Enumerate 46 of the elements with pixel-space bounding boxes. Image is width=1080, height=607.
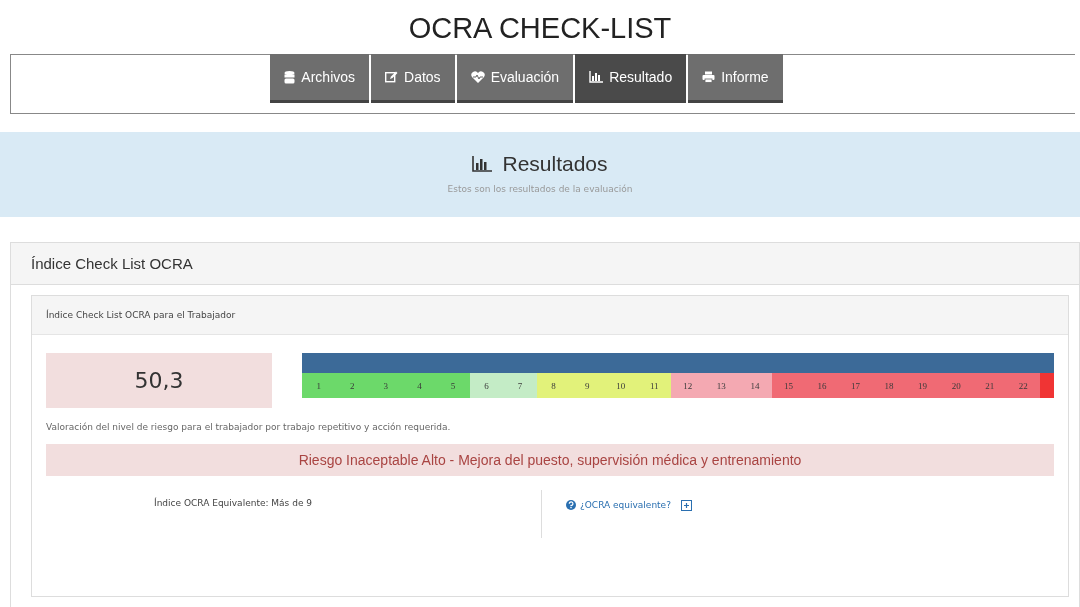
scale-segment: 7	[503, 373, 537, 398]
banner-subtitle: Estos son los resultados de la evaluación	[447, 184, 633, 194]
help-icon	[566, 500, 576, 510]
scale-segment: 4	[402, 373, 437, 398]
scale-segment: 18	[872, 373, 906, 398]
panel-title: Índice Check List OCRA	[11, 243, 1079, 285]
bar-chart-icon	[589, 71, 604, 83]
equivalent-index: Índice OCRA Equivalente: Más de 9	[46, 490, 542, 538]
subpanel-title: Índice Check List OCRA para el Trabajador	[32, 296, 1068, 335]
scale-segment: 15	[771, 373, 806, 398]
printer-icon	[702, 71, 716, 83]
scale-segment: 14	[738, 373, 772, 398]
scale-segment: 3	[369, 373, 403, 398]
scale-segment: 16	[805, 373, 839, 398]
scale-segment: 11	[637, 373, 671, 398]
scale-segment: 21	[972, 373, 1007, 398]
scale-segment: 17	[838, 373, 873, 398]
scale-segment: 9	[570, 373, 604, 398]
scale-segment: 2	[335, 373, 370, 398]
scale-segment: 8	[536, 373, 571, 398]
page-title: OCRA CHECK-LIST	[407, 11, 673, 46]
edit-icon	[385, 71, 399, 83]
scale-end-segment	[1040, 373, 1055, 398]
scale-segment: 12	[671, 373, 705, 398]
help-link[interactable]: ¿OCRA equivalente?	[580, 500, 671, 510]
scale-segment: 10	[603, 373, 638, 398]
database-icon	[284, 70, 296, 84]
scale-segment: 19	[905, 373, 940, 398]
bar-chart-icon	[472, 156, 493, 172]
expand-icon[interactable]	[680, 500, 692, 511]
scale-segment: 22	[1006, 373, 1041, 398]
banner-title: Resultados	[502, 152, 608, 176]
score-value: 50,3	[46, 353, 272, 408]
tab[interactable]: Resultado	[575, 54, 687, 103]
scale-segment: 13	[704, 373, 739, 398]
risk-alert: Riesgo Inaceptable Alto - Mejora del puesto, supervisión médica y entrenamiento	[46, 444, 1054, 476]
heartbeat-icon	[470, 71, 485, 83]
scale-segment: 6	[469, 373, 504, 398]
tab[interactable]: Archivos	[270, 54, 370, 103]
description: Valoración del nivel de riesgo para el trabajador por trabajo repetitivo y acción requerida.	[46, 422, 452, 432]
tab[interactable]: Informe	[688, 54, 783, 103]
tab[interactable]: Datos	[371, 54, 455, 103]
scale-segment: 1	[302, 373, 336, 398]
tab[interactable]: Evaluación	[456, 54, 574, 103]
scale-segment: 5	[436, 373, 470, 398]
scale-segment: 20	[939, 373, 973, 398]
